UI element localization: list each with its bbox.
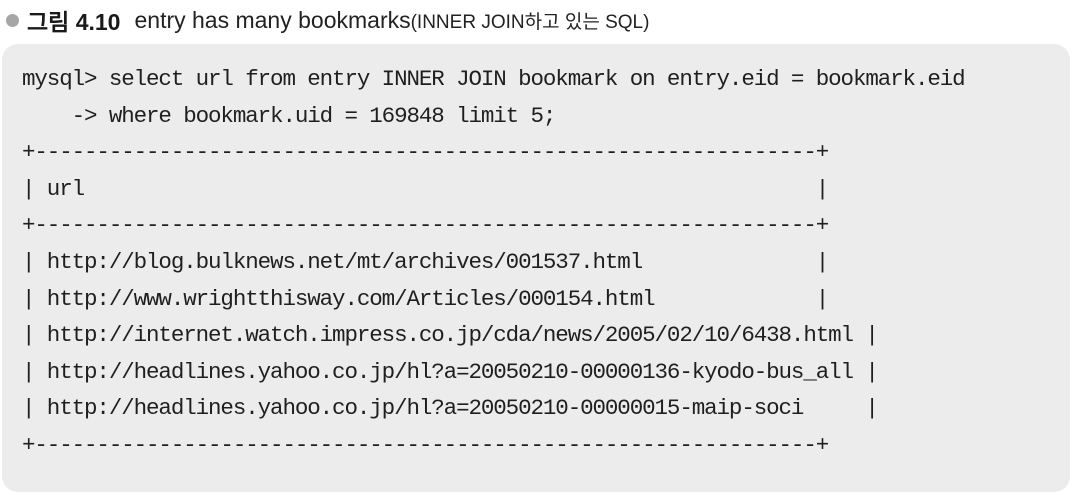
figure-label: 그림 4.10 (27, 9, 121, 35)
figure-subtitle: (INNER JOIN하고 있는 SQL) (410, 11, 650, 33)
table-row: | http://www.wrightthisway.com/Articles/… (22, 285, 829, 312)
table-header-row: | url | (22, 175, 829, 202)
bullet-icon (6, 13, 19, 27)
table-row: | http://headlines.yahoo.co.jp/hl?a=2005… (22, 358, 879, 385)
figure-caption: 그림 4.10 entry has many bookmarks (INNER … (6, 2, 649, 38)
table-border-top: +---------------------------------------… (22, 139, 829, 166)
figure-title: entry has many bookmarks (134, 6, 411, 33)
table-row: | http://blog.bulknews.net/mt/archives/0… (22, 248, 829, 275)
table-border-bottom: +---------------------------------------… (22, 431, 829, 458)
table-row: | http://headlines.yahoo.co.jp/hl?a=2005… (22, 395, 879, 422)
sql-query-continuation-line: -> where bookmark.uid = 169848 limit 5; (22, 102, 557, 129)
table-border-header: +---------------------------------------… (22, 212, 829, 239)
table-row: | http://internet.watch.impress.co.jp/cd… (22, 322, 879, 349)
sql-query-line: mysql> select url from entry INNER JOIN … (22, 66, 966, 92)
code-block: mysql> select url from entry INNER JOIN … (2, 44, 1070, 492)
